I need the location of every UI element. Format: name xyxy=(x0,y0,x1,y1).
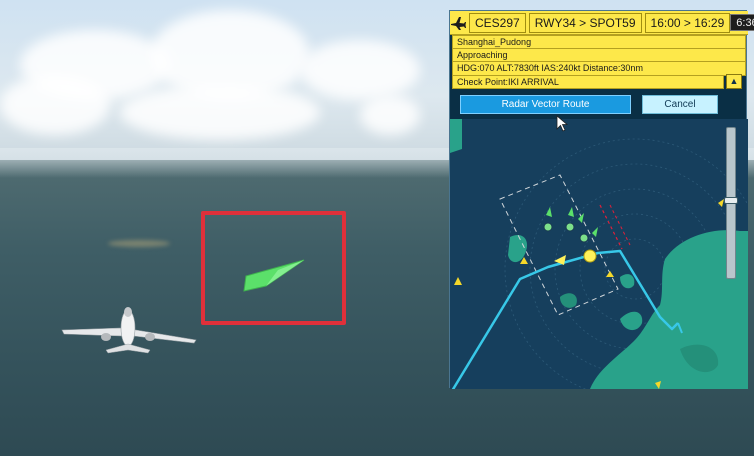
coastline-land xyxy=(590,230,748,389)
traffic-markers xyxy=(543,207,598,243)
callsign: CES297 xyxy=(469,12,526,33)
zoom-slider-thumb[interactable] xyxy=(724,196,738,204)
time-window: 16:00 > 16:29 xyxy=(644,12,731,33)
flight-strip-header[interactable]: CES297 RWY34 > SPOT59 16:00 > 16:29 6:36 xyxy=(450,11,754,35)
coastline-land xyxy=(620,274,635,289)
cloud xyxy=(300,40,420,100)
airplane-icon xyxy=(450,12,466,34)
distant-islet xyxy=(108,240,170,247)
collapse-up-icon[interactable]: ▲ xyxy=(726,74,742,89)
cloud xyxy=(360,95,420,135)
own-aircraft-marker xyxy=(583,249,597,263)
boundary-dashed-line xyxy=(599,204,623,250)
cloud xyxy=(0,75,110,135)
destination-airport: Shanghai_Pudong xyxy=(452,35,746,49)
airliner-aircraft xyxy=(61,307,197,354)
cloud xyxy=(120,85,320,140)
radar-map-graphic xyxy=(450,119,748,389)
boundary-dashed-line xyxy=(609,204,631,246)
radar-vector-route-button[interactable]: Radar Vector Route xyxy=(460,95,631,114)
target-marker-icon xyxy=(243,259,305,292)
radar-map[interactable] xyxy=(450,119,748,389)
cancel-button[interactable]: Cancel xyxy=(642,95,718,114)
coastline-land xyxy=(560,293,577,308)
atc-flight-panel: CES297 RWY34 > SPOT59 16:00 > 16:29 6:36… xyxy=(449,10,754,389)
mouse-cursor-icon xyxy=(556,115,569,132)
flight-phase: Approaching xyxy=(452,48,746,62)
flight-parameters: HDG:070 ALT:7830ft IAS:240kt Distance:30… xyxy=(452,62,746,76)
check-point: Check Point:IKI ARRIVAL xyxy=(452,75,724,89)
flight-info-lines: Shanghai_Pudong Approaching HDG:070 ALT:… xyxy=(452,35,746,89)
runway-spot: RWY34 > SPOT59 xyxy=(528,12,642,33)
game-clock: 6:36 xyxy=(730,14,754,31)
coastline-land xyxy=(620,311,643,331)
action-button-row: Radar Vector Route Cancel xyxy=(450,91,748,119)
coastline-land xyxy=(450,119,462,153)
